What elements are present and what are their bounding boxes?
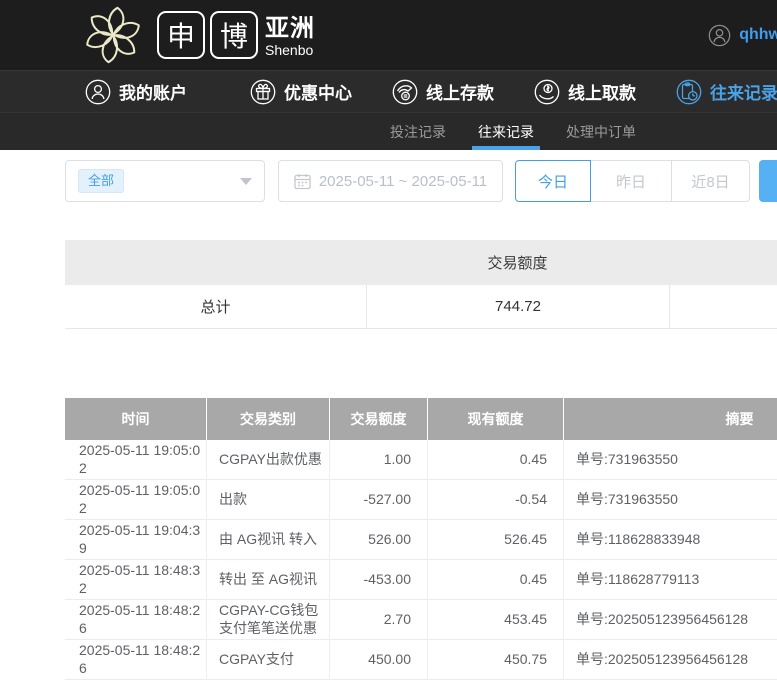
- summary-header-spacer: [669, 240, 777, 285]
- cell-time: 2025-05-11 18:48:26: [65, 640, 207, 680]
- main-nav: 我的账户 优惠中心 线上存款: [0, 70, 777, 112]
- cell-summary: 单号:118628779113: [564, 560, 777, 600]
- table-row: 2025-05-11 19:05:02 CGPAY出款优惠 1.00 0.45 …: [65, 440, 777, 480]
- cell-type: 转出 至 AG视讯: [207, 560, 330, 600]
- cell-time: 2025-05-11 18:48:26: [65, 600, 207, 640]
- cell-time: 2025-05-11 19:05:02: [65, 480, 207, 520]
- logo-char-bo: 博: [210, 11, 258, 59]
- cell-summary: 单号:731963550: [564, 480, 777, 520]
- summary-total-row: 总计 744.72: [65, 285, 777, 329]
- summary-header-amount: 交易额度: [366, 240, 669, 285]
- cell-amount: 2.70: [330, 600, 428, 640]
- col-header-summary: 摘要: [564, 398, 777, 440]
- nav-item-deposit[interactable]: 线上存款: [392, 79, 494, 105]
- page: 申 博 亚洲 Shenbo qhhw 我的账户: [0, 0, 777, 680]
- col-header-balance: 现有额度: [428, 398, 564, 440]
- sub-nav: 投注记录 往来记录 处理中订单: [0, 112, 777, 150]
- user-avatar-icon: [708, 24, 731, 47]
- nav-label: 我的账户: [119, 79, 187, 104]
- cell-type: CGPAY出款优惠: [207, 440, 330, 480]
- quick-date-buttons: 今日 昨日 近8日: [515, 160, 750, 202]
- records-icon: [676, 79, 702, 105]
- col-header-amount: 交易额度: [330, 398, 428, 440]
- cell-summary: 单号:202505123956456128: [564, 640, 777, 680]
- type-select[interactable]: 全部: [65, 160, 265, 202]
- logo-char-shen: 申: [157, 11, 205, 59]
- nav-label: 线上取款: [568, 79, 636, 104]
- type-select-tag[interactable]: 全部: [78, 169, 124, 193]
- summary-total-label: 总计: [65, 285, 366, 328]
- brand-logo[interactable]: 申 博 亚洲 Shenbo: [82, 6, 315, 64]
- cell-time: 2025-05-11 19:04:39: [65, 520, 207, 560]
- logo-region-cn: 亚洲: [265, 17, 315, 41]
- cell-balance: -0.54: [428, 480, 564, 520]
- calendar-icon: [294, 173, 311, 190]
- table-row: 2025-05-11 18:48:32 转出 至 AG视讯 -453.00 0.…: [65, 560, 777, 600]
- nav-label: 线上存款: [426, 79, 494, 104]
- summary-table-header: 交易额度: [65, 240, 777, 285]
- content-area: 全部 2025-05-11 ~ 2025-05-11 今日 昨日 近8日: [0, 150, 777, 680]
- chevron-down-icon: [240, 178, 252, 185]
- summary-total-value: 744.72: [366, 285, 669, 328]
- table-row: 2025-05-11 18:48:26 CGPAY-CG钱包支付笔笔送优惠 2.…: [65, 600, 777, 640]
- flower-logo-icon: [82, 6, 144, 64]
- table-row: 2025-05-11 18:48:26 CGPAY支付 450.00 450.7…: [65, 640, 777, 680]
- filter-bar: 全部 2025-05-11 ~ 2025-05-11 今日 昨日 近8日: [65, 160, 777, 202]
- cell-summary: 单号:118628833948: [564, 520, 777, 560]
- tab-transaction-records[interactable]: 往来记录: [478, 113, 534, 150]
- cell-balance: 453.45: [428, 600, 564, 640]
- cell-amount: -453.00: [330, 560, 428, 600]
- summary-table: 交易额度 总计 744.72: [65, 240, 777, 329]
- cell-balance: 450.75: [428, 640, 564, 680]
- cell-balance: 0.45: [428, 440, 564, 480]
- summary-header-spacer: [65, 240, 366, 285]
- today-button[interactable]: 今日: [515, 160, 591, 202]
- cell-balance: 526.45: [428, 520, 564, 560]
- withdraw-icon: [534, 79, 560, 105]
- top-header: 申 博 亚洲 Shenbo qhhw: [0, 0, 777, 70]
- cell-time: 2025-05-11 19:05:02: [65, 440, 207, 480]
- date-range-input[interactable]: 2025-05-11 ~ 2025-05-11: [278, 160, 503, 202]
- summary-empty-cell: [669, 285, 777, 328]
- nav-item-transaction-records[interactable]: 往来记录: [676, 79, 777, 105]
- cell-amount: 1.00: [330, 440, 428, 480]
- nav-label: 往来记录: [710, 79, 777, 104]
- deposit-icon: [392, 79, 418, 105]
- logo-region-en: Shenbo: [265, 43, 315, 57]
- gift-icon: [250, 79, 276, 105]
- cell-type: CGPAY支付: [207, 640, 330, 680]
- nav-label: 优惠中心: [284, 79, 352, 104]
- date-range-value: 2025-05-11 ~ 2025-05-11: [319, 173, 487, 190]
- col-header-type: 交易类别: [207, 398, 330, 440]
- cell-summary: 单号:731963550: [564, 440, 777, 480]
- user-area[interactable]: qhhw: [708, 0, 777, 70]
- col-header-time: 时间: [65, 398, 207, 440]
- cell-balance: 0.45: [428, 560, 564, 600]
- transactions-header-row: 时间 交易类别 交易额度 现有额度 摘要: [65, 398, 777, 440]
- yesterday-button[interactable]: 昨日: [590, 160, 672, 202]
- last-8-days-button[interactable]: 近8日: [671, 160, 750, 202]
- cell-amount: -527.00: [330, 480, 428, 520]
- cell-summary: 单号:202505123956456128: [564, 600, 777, 640]
- nav-item-promotions[interactable]: 优惠中心: [250, 79, 352, 105]
- transactions-table: 时间 交易类别 交易额度 现有额度 摘要 2025-05-11 19:05:02…: [65, 398, 777, 680]
- tab-processing-orders[interactable]: 处理中订单: [566, 113, 636, 150]
- cell-type: 由 AG视讯 转入: [207, 520, 330, 560]
- user-icon: [85, 79, 111, 105]
- cell-amount: 450.00: [330, 640, 428, 680]
- table-row: 2025-05-11 19:05:02 出款 -527.00 -0.54 单号:…: [65, 480, 777, 520]
- cell-type: CGPAY-CG钱包支付笔笔送优惠: [207, 600, 330, 640]
- tab-bet-records[interactable]: 投注记录: [390, 113, 446, 150]
- table-row: 2025-05-11 19:04:39 由 AG视讯 转入 526.00 526…: [65, 520, 777, 560]
- nav-item-my-account[interactable]: 我的账户: [85, 79, 187, 105]
- nav-item-withdraw[interactable]: 线上取款: [534, 79, 636, 105]
- cell-amount: 526.00: [330, 520, 428, 560]
- username[interactable]: qhhw: [739, 26, 777, 44]
- logo-region: 亚洲 Shenbo: [265, 17, 315, 57]
- cell-time: 2025-05-11 18:48:32: [65, 560, 207, 600]
- cell-type: 出款: [207, 480, 330, 520]
- search-button[interactable]: [759, 160, 777, 202]
